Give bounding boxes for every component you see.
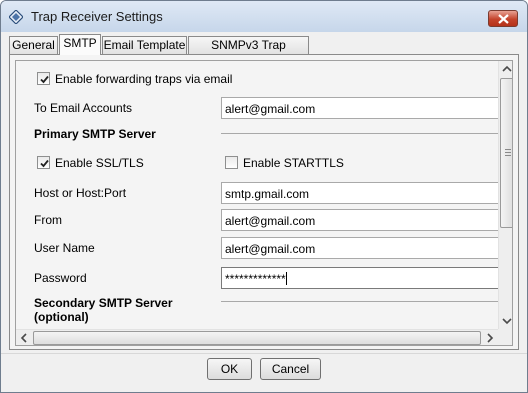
to-email-label: To Email Accounts [34, 101, 133, 115]
ok-button[interactable]: OK [207, 358, 252, 380]
enable-starttls-checkbox[interactable] [225, 156, 238, 169]
cancel-button[interactable]: Cancel [260, 358, 321, 380]
smtp-form: Enable forwarding traps via email To Ema… [16, 61, 503, 329]
enable-ssl-label[interactable]: Enable SSL/TLS [55, 156, 144, 170]
horizontal-scrollbar[interactable] [16, 329, 498, 345]
primary-section-divider [221, 133, 498, 134]
username-field[interactable]: alert@gmail.com [221, 237, 503, 259]
password-label: Password [34, 271, 87, 285]
tab-snmpv3-trap-receiver[interactable]: SNMPv3 Trap Receiver [188, 36, 309, 68]
enable-forwarding-label[interactable]: Enable forwarding traps via email [55, 72, 232, 86]
title-bar[interactable]: Trap Receiver Settings [1, 1, 527, 32]
smtp-scroll-pane: Enable forwarding traps via email To Ema… [15, 60, 513, 346]
close-button[interactable] [488, 10, 518, 27]
enable-ssl-checkbox[interactable] [37, 156, 50, 169]
from-field[interactable]: alert@gmail.com [221, 209, 503, 231]
text-caret [285, 272, 287, 285]
username-label: User Name [34, 241, 95, 255]
tab-email-template[interactable]: Email Template [102, 36, 187, 54]
enable-forwarding-checkbox[interactable] [37, 72, 50, 85]
secondary-smtp-section-title: Secondary SMTP Server (optional) [34, 296, 173, 324]
tab-smtp[interactable]: SMTP [59, 34, 101, 55]
host-label: Host or Host:Port [34, 186, 127, 200]
close-icon [498, 14, 509, 24]
secondary-section-divider [221, 301, 498, 302]
scrollbar-corner [498, 329, 512, 345]
diamond-app-icon [9, 10, 23, 24]
enable-starttls-label[interactable]: Enable STARTTLS [243, 156, 344, 170]
primary-smtp-section-title: Primary SMTP Server [34, 127, 156, 141]
to-email-field[interactable]: alert@gmail.com [221, 97, 503, 119]
from-label: From [34, 213, 62, 227]
scroll-right-arrow-icon[interactable] [482, 330, 498, 346]
password-value: ************* [225, 272, 286, 286]
scroll-left-arrow-icon[interactable] [16, 330, 32, 346]
smtp-tab-panel: Enable forwarding traps via email To Ema… [9, 54, 519, 350]
tab-general[interactable]: General [9, 36, 58, 54]
checkmark-icon [40, 159, 49, 168]
vertical-scrollbar[interactable] [498, 61, 513, 329]
button-bar-divider [1, 353, 527, 354]
scroll-up-arrow-icon[interactable] [499, 61, 513, 77]
checkmark-icon [40, 75, 49, 84]
window-title: Trap Receiver Settings [31, 9, 163, 24]
scroll-down-arrow-icon[interactable] [499, 313, 513, 329]
horizontal-scroll-thumb[interactable] [33, 331, 481, 345]
vertical-scroll-thumb[interactable] [500, 78, 512, 228]
trap-receiver-settings-dialog: Trap Receiver Settings General SMTP Emai… [0, 0, 528, 393]
password-field[interactable]: ************* [221, 267, 503, 289]
host-field[interactable]: smtp.gmail.com [221, 182, 503, 204]
